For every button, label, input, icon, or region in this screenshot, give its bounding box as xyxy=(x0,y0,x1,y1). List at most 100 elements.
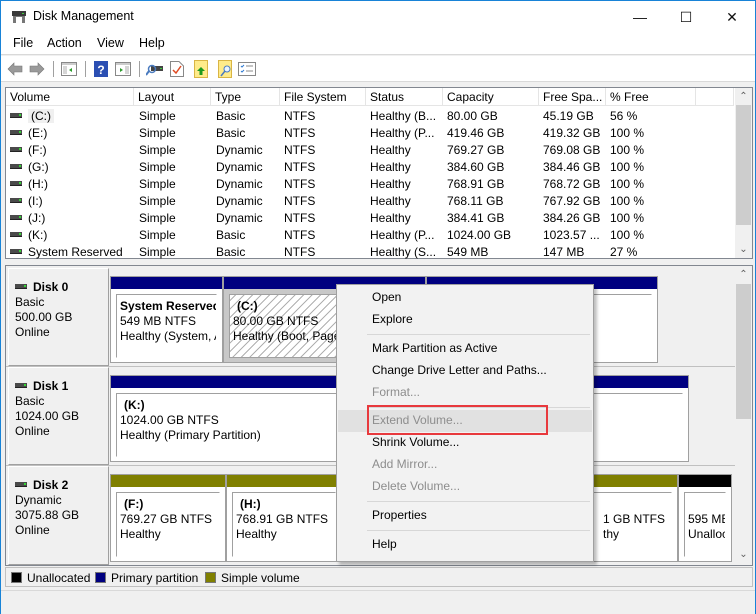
close-icon: ✕ xyxy=(726,8,738,25)
menu-item-open[interactable]: Open xyxy=(338,287,592,309)
cell-free: 419.32 GB xyxy=(543,126,601,140)
cell-volume: (I:) xyxy=(10,194,43,208)
cell-layout: Simple xyxy=(139,126,176,140)
menu-item-mark-partition-active[interactable]: Mark Partition as Active xyxy=(338,338,592,360)
column-header-layout[interactable]: Layout xyxy=(134,88,211,106)
cell-layout: Simple xyxy=(139,143,176,157)
cell-type: Basic xyxy=(216,126,246,140)
cell-layout: Simple xyxy=(139,177,176,191)
partition-name: (F:) xyxy=(124,497,144,511)
volume-row[interactable]: (E:) Simple Basic NTFS Healthy (P... 419.46 G… xyxy=(6,124,734,141)
cell-capacity: 80.00 GB xyxy=(447,109,498,123)
volume-row[interactable]: (H:) Simple Dynamic NTFS Healthy 768.91 GB 768… xyxy=(6,175,734,192)
menu-item-properties[interactable]: Properties xyxy=(338,505,592,527)
cell-volume: (F:) xyxy=(10,143,47,157)
menu-item-change-drive-letter[interactable]: Change Drive Letter and Paths... xyxy=(338,360,592,382)
partition-h[interactable]: (H:) 768.91 GB NTFS Healthy xyxy=(226,474,342,562)
volume-row[interactable]: (I:) Simple Dynamic NTFS Healthy 768.11 GB 767… xyxy=(6,192,734,209)
column-header-volume[interactable]: Volume xyxy=(6,88,134,106)
menu-item-delete-volume: Delete Volume... xyxy=(372,479,461,493)
volume-row[interactable]: (G:) Simple Dynamic NTFS Healthy 384.60 GB 384… xyxy=(6,158,734,175)
maximize-button[interactable]: ☐ xyxy=(663,1,709,33)
disk-name: Disk 2 xyxy=(33,478,69,492)
menu-view[interactable]: View xyxy=(97,36,124,50)
show-hide-console-tree-button[interactable] xyxy=(59,59,79,79)
partition-f[interactable]: (F:) 769.27 GB NTFS Healthy xyxy=(110,474,226,562)
scroll-down-arrow-icon[interactable]: ⌄ xyxy=(735,241,752,258)
partition-unallocated[interactable]: 595 MB Unalloc xyxy=(678,474,732,562)
disk-0-label[interactable]: Disk 0 Basic 500.00 GB Online xyxy=(8,268,109,366)
folder-up-button[interactable] xyxy=(191,59,211,79)
volume-list: Volume Layout Type File System Status Ca… xyxy=(5,87,753,259)
cell-fs: NTFS xyxy=(284,194,316,208)
column-header-status[interactable]: Status xyxy=(366,88,443,106)
volume-drive-icon xyxy=(10,215,22,221)
volume-row[interactable]: System Reserved Simple Basic NTFS Healthy (S… xyxy=(6,243,734,260)
cell-status: Healthy xyxy=(370,194,411,208)
column-header-capacity[interactable]: Capacity xyxy=(443,88,539,106)
menu-action[interactable]: Action xyxy=(47,36,82,50)
cell-status: Healthy (P... xyxy=(370,228,435,242)
partition-size: 768.91 GB NTFS xyxy=(236,512,329,526)
menu-item-shrink-volume[interactable]: Shrink Volume... xyxy=(338,432,592,454)
partition-status: thy xyxy=(603,527,620,541)
menu-item-help[interactable]: Help xyxy=(338,534,592,556)
scrollbar-thumb[interactable] xyxy=(736,105,751,225)
column-header-percent-free[interactable]: % Free xyxy=(606,88,696,106)
back-button[interactable] xyxy=(5,59,25,79)
menu-item-explore[interactable]: Explore xyxy=(338,309,592,331)
disk-icon xyxy=(15,284,27,290)
volume-list-scrollbar[interactable]: ⌃ ⌄ xyxy=(735,88,752,258)
menu-separator xyxy=(367,334,590,335)
cell-capacity: 419.46 GB xyxy=(447,126,505,140)
menu-help[interactable]: Help xyxy=(139,36,165,50)
cell-type: Basic xyxy=(216,228,246,242)
volume-row[interactable]: (F:) Simple Dynamic NTFS Healthy 769.27 GB 769… xyxy=(6,141,734,158)
connect-virtual-disk-button[interactable] xyxy=(145,59,165,79)
forward-button[interactable] xyxy=(27,59,47,79)
cell-layout: Simple xyxy=(139,211,176,225)
partition-name: (H:) xyxy=(240,497,261,511)
cell-layout: Simple xyxy=(139,109,176,123)
cell-volume: (H:) xyxy=(10,177,48,191)
volume-row[interactable]: (J:) Simple Dynamic NTFS Healthy 384.41 GB 384… xyxy=(6,209,734,226)
cell-fs: NTFS xyxy=(284,245,316,259)
column-header-file-system[interactable]: File System xyxy=(280,88,366,106)
checkmark-document-icon xyxy=(170,61,184,77)
properties-button[interactable] xyxy=(167,59,187,79)
scroll-down-arrow-icon[interactable]: ⌄ xyxy=(735,546,752,563)
volume-row[interactable]: (C:) Simple Basic NTFS Healthy (B... 80.00 GB… xyxy=(6,107,734,124)
disk-1-label[interactable]: Disk 1 Basic 1024.00 GB Online xyxy=(8,367,109,465)
close-button[interactable]: ✕ xyxy=(709,1,755,33)
minimize-button[interactable]: — xyxy=(617,1,663,33)
disk-name: Disk 1 xyxy=(33,379,69,393)
column-header-free-space[interactable]: Free Spa... xyxy=(539,88,606,106)
cell-capacity: 1024.00 GB xyxy=(447,228,512,242)
folder-search-button[interactable] xyxy=(215,59,235,79)
disk-type: Basic xyxy=(15,295,45,309)
column-header-type[interactable]: Type xyxy=(211,88,280,106)
disk-management-window: Disk Management — ☐ ✕ File Action View H… xyxy=(0,0,756,614)
disk-view-scrollbar[interactable]: ⌃ ⌄ xyxy=(735,266,752,565)
menu-separator xyxy=(367,501,590,502)
scroll-up-arrow-icon[interactable]: ⌃ xyxy=(735,266,752,283)
primary-partition-bar xyxy=(111,277,222,289)
folder-up-icon xyxy=(194,60,208,78)
volume-row[interactable]: (K:) Simple Basic NTFS Healthy (P... 1024.00 … xyxy=(6,226,734,243)
scroll-up-arrow-icon[interactable]: ⌃ xyxy=(735,88,752,105)
menu-bar: File Action View Help xyxy=(1,33,755,55)
menu-file[interactable]: File xyxy=(13,36,33,50)
cell-layout: Simple xyxy=(139,228,176,242)
settings-list-button[interactable] xyxy=(237,59,257,79)
disk-2-label[interactable]: Disk 2 Dynamic 3075.88 GB Online xyxy=(8,466,109,565)
disk-size: 500.00 GB xyxy=(15,310,73,324)
partition-system-reserved[interactable]: System Reserved 549 MB NTFS Healthy (Syste… xyxy=(110,276,223,363)
folder-search-icon xyxy=(218,60,232,78)
maximize-icon: ☐ xyxy=(679,8,693,25)
show-hide-action-pane-button[interactable] xyxy=(113,59,133,79)
scrollbar-thumb[interactable] xyxy=(736,284,751,419)
cell-pct: 100 % xyxy=(610,228,645,242)
help-button[interactable]: ? xyxy=(91,59,111,79)
cell-pct: 100 % xyxy=(610,194,645,208)
partition-size: 595 MB xyxy=(688,512,726,526)
